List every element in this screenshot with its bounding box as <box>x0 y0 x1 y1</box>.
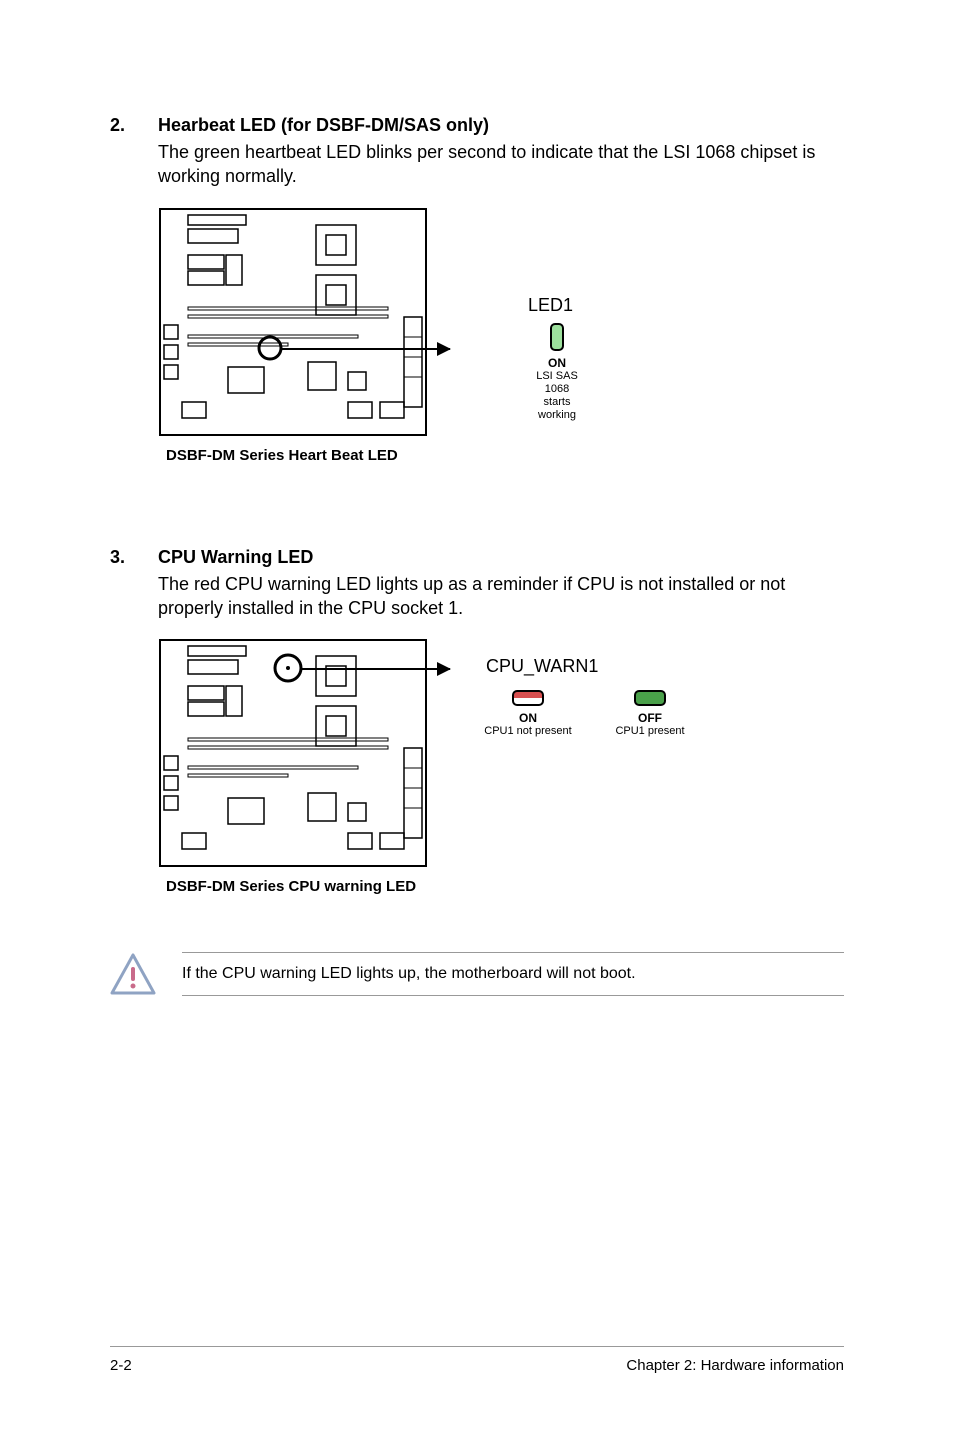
led1-label: LED1 <box>528 295 573 316</box>
led-on-icon <box>550 323 564 351</box>
cpu-warn-on-sub: CPU1 not present <box>468 725 588 737</box>
cpu-warn-on: ON CPU1 not present <box>468 690 588 737</box>
motherboard-schematic-icon <box>158 207 428 437</box>
arrow-icon <box>302 668 450 670</box>
section-header: 2. Hearbeat LED (for DSBF-DM/SAS only) <box>110 115 844 136</box>
cpu-warn-off-label: OFF <box>600 711 700 725</box>
cpu-warn-on-label: ON <box>468 711 588 725</box>
cpu-warn-label: CPU_WARN1 <box>486 656 598 677</box>
led-off-icon <box>634 690 666 706</box>
warning-icon <box>110 953 156 995</box>
section-number: 2. <box>110 115 158 136</box>
section-3: 3. CPU Warning LED The red CPU warning L… <box>110 547 844 997</box>
led1-sub1: LSI SAS 1068 <box>528 370 586 396</box>
note-text: If the CPU warning LED lights up, the mo… <box>182 952 844 996</box>
footer: 2-2 Chapter 2: Hardware information <box>110 1346 844 1374</box>
section-number: 3. <box>110 547 158 568</box>
page-number: 2-2 <box>110 1357 132 1374</box>
diagram-cpuwarn: CPU_WARN1 ON CPU1 not present OFF CPU1 p… <box>158 638 844 918</box>
note-box: If the CPU warning LED lights up, the mo… <box>110 952 844 996</box>
arrow-icon <box>282 348 450 350</box>
section-body: The green heartbeat LED blinks per secon… <box>158 140 844 189</box>
led1-sub2: starts working <box>528 396 586 422</box>
led1-indicator: ON LSI SAS 1068 starts working <box>528 323 586 423</box>
chapter-label: Chapter 2: Hardware information <box>626 1357 844 1374</box>
led-on-icon <box>512 690 544 706</box>
cpu-warn-off: OFF CPU1 present <box>600 690 700 737</box>
section-header: 3. CPU Warning LED <box>110 547 844 568</box>
cpu-warn-off-sub: CPU1 present <box>600 725 700 737</box>
section-title: CPU Warning LED <box>158 547 313 568</box>
led1-state: ON <box>528 356 586 370</box>
diagram1-caption: DSBF-DM Series Heart Beat LED <box>166 447 398 464</box>
diagram2-caption: DSBF-DM Series CPU warning LED <box>166 878 416 895</box>
motherboard-schematic-icon <box>158 638 428 868</box>
section-title: Hearbeat LED (for DSBF-DM/SAS only) <box>158 115 489 136</box>
section-body: The red CPU warning LED lights up as a r… <box>158 572 844 621</box>
diagram-heartbeat: LED1 ON LSI SAS 1068 starts working DSBF… <box>158 207 844 477</box>
section-2: 2. Hearbeat LED (for DSBF-DM/SAS only) T… <box>110 115 844 477</box>
